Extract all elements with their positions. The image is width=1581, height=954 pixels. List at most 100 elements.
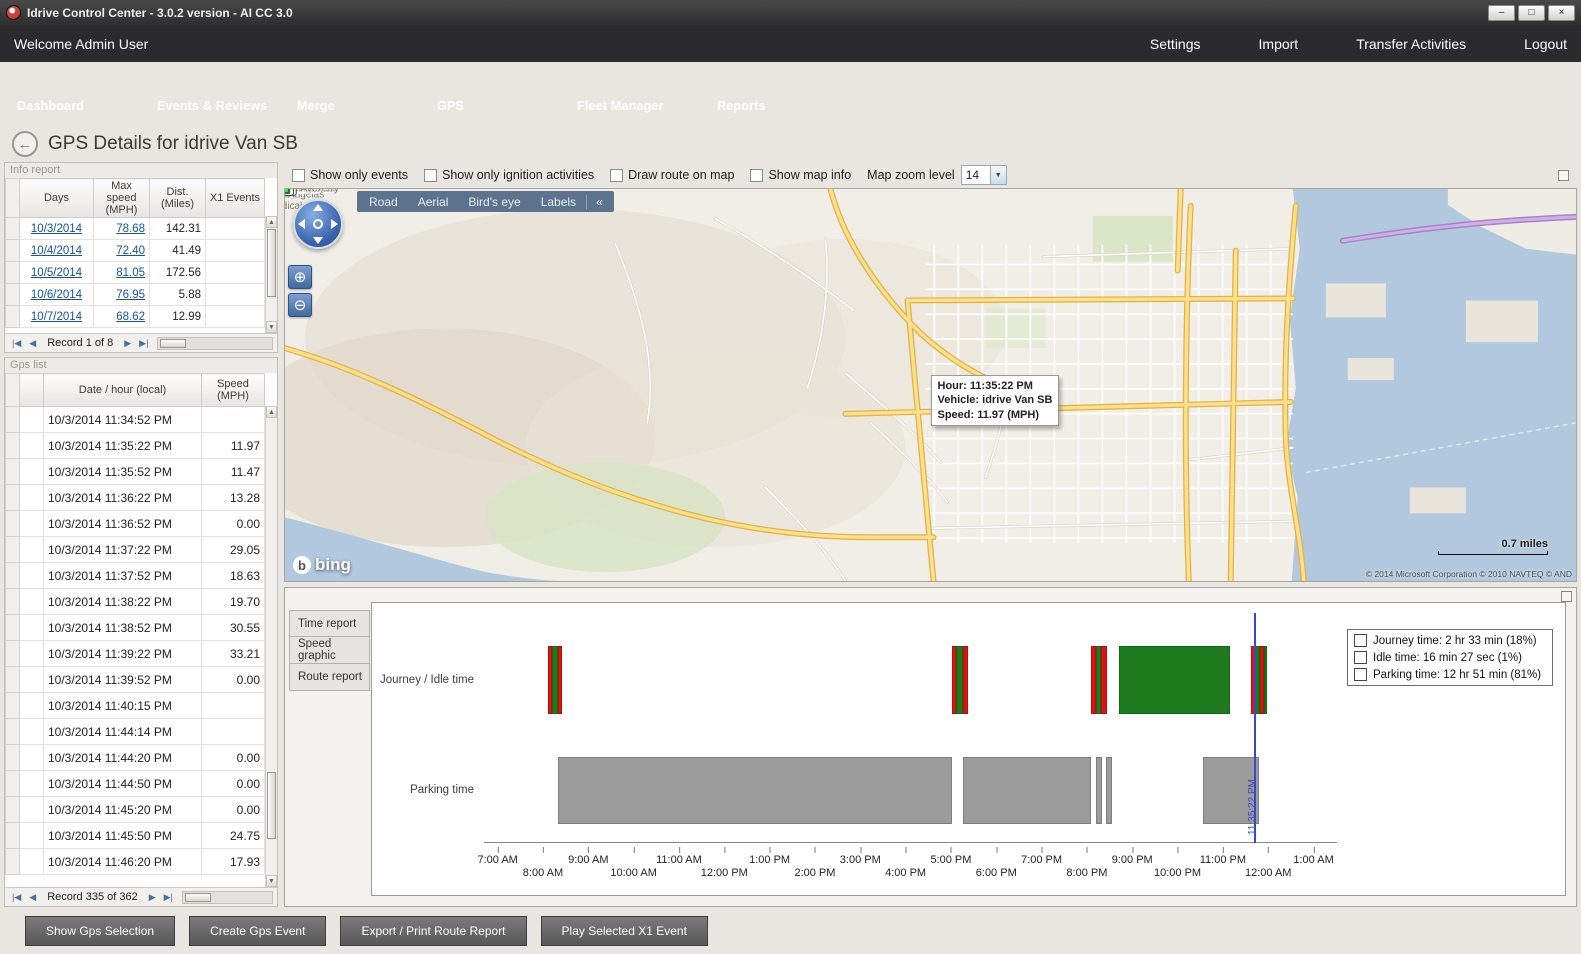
nav-tile[interactable]: GPS [430, 70, 563, 118]
gps-point-row[interactable]: 10/3/2014 11:44:20 PM 0.00 [6, 745, 265, 771]
pager-prev-button[interactable]: ◀ [26, 892, 39, 903]
day-link[interactable]: 10/3/2014 [20, 218, 94, 240]
action-button[interactable]: Export / Print Route Report [340, 916, 526, 946]
day-link[interactable]: 10/7/2014 [20, 306, 94, 328]
distance-header[interactable]: Dist. (Miles) [150, 179, 206, 218]
pager-first-button[interactable]: |◀ [9, 892, 24, 903]
pager-scroll-thumb[interactable] [160, 339, 186, 348]
gps-point-row[interactable]: 10/3/2014 11:37:52 PM 18.63 [6, 563, 265, 589]
map-option-checkbox[interactable]: Draw route on map [610, 168, 734, 182]
scroll-down-icon[interactable]: ▼ [266, 321, 277, 333]
chevron-down-icon[interactable]: ▼ [990, 166, 1006, 184]
action-button[interactable]: Show Gps Selection [25, 916, 175, 946]
pager-scrollbar[interactable] [182, 891, 273, 904]
map-style-tab[interactable]: Bird's eye [458, 194, 530, 210]
nav-tile[interactable]: Fleet Manager [570, 70, 703, 118]
gps-point-row[interactable]: 10/3/2014 11:38:22 PM 19.70 [6, 589, 265, 615]
topbar-action[interactable]: Logout [1498, 35, 1567, 53]
x1-events-header[interactable]: X1 Events [206, 179, 265, 218]
map-style-tab[interactable]: Labels [531, 194, 586, 210]
gps-point-row[interactable]: 10/3/2014 11:40:15 PM [6, 693, 265, 719]
pager-next-button[interactable]: ▶ [121, 338, 134, 349]
max-speed-value[interactable]: 78.68 [94, 218, 150, 240]
checkbox-box[interactable] [610, 169, 623, 182]
pan-left-icon[interactable] [298, 219, 305, 229]
gps-point-row[interactable]: 10/3/2014 11:45:50 PM 24.75 [6, 823, 265, 849]
gps-point-row[interactable]: 10/3/2014 11:36:22 PM 13.28 [6, 485, 265, 511]
scroll-thumb[interactable] [267, 229, 276, 297]
gps-point-row[interactable]: 10/3/2014 11:39:22 PM 33.21 [6, 641, 265, 667]
pan-center-icon[interactable] [313, 219, 323, 229]
max-speed-value[interactable]: 76.95 [94, 284, 150, 306]
gps-point-marker[interactable] [284, 188, 290, 194]
zoom-out-button[interactable]: ⊖ [288, 293, 312, 317]
topbar-action[interactable]: Import [1233, 35, 1299, 53]
nav-tile[interactable]: Events & Reviews [150, 70, 283, 118]
nav-tile[interactable]: Dashboard [10, 70, 143, 118]
pan-down-icon[interactable] [313, 237, 323, 244]
action-button[interactable]: Play Selected X1 Event [541, 916, 708, 946]
collapse-chart-panel-button[interactable] [1561, 591, 1572, 602]
info-report-row[interactable]: 10/5/2014 81.05 172.56 [6, 262, 265, 284]
info-report-row[interactable]: 10/4/2014 72.40 41.49 [6, 240, 265, 262]
map-style-tab[interactable]: Aerial [408, 194, 459, 210]
days-header[interactable]: Days [20, 179, 94, 218]
topbar-action[interactable]: Settings [1124, 35, 1201, 53]
info-report-row[interactable]: 10/7/2014 68.62 12.99 [6, 306, 265, 328]
checkbox-box[interactable] [424, 169, 437, 182]
gps-point-row[interactable]: 10/3/2014 11:34:52 PM [6, 407, 265, 433]
day-link[interactable]: 10/6/2014 [20, 284, 94, 306]
chart-tab[interactable]: Speed graphic [289, 637, 370, 664]
scroll-up-icon[interactable]: ▲ [266, 406, 277, 418]
gps-scrollbar[interactable]: ▲ ▼ [265, 406, 277, 887]
map-pan-compass[interactable] [293, 199, 343, 249]
date-hour-header[interactable]: Date / hour (local) [44, 374, 202, 407]
action-button[interactable]: Create Gps Event [189, 916, 326, 946]
gps-point-row[interactable]: 10/3/2014 11:46:20 PM 17.93 [6, 849, 265, 875]
info-report-row[interactable]: 10/6/2014 76.95 5.88 [6, 284, 265, 306]
checkbox-box[interactable] [750, 169, 763, 182]
gps-point-row[interactable]: 10/3/2014 11:37:22 PM 29.05 [6, 537, 265, 563]
pager-last-button[interactable]: ▶| [161, 892, 176, 903]
gps-point-row[interactable]: 10/3/2014 11:36:52 PM 0.00 [6, 511, 265, 537]
nav-tile[interactable]: Reports [710, 70, 843, 118]
collapse-map-panel-button[interactable] [1558, 170, 1569, 181]
nav-tile[interactable]: Merge [290, 70, 423, 118]
map-option-checkbox[interactable]: Show only ignition activities [424, 168, 594, 182]
max-speed-value[interactable]: 68.62 [94, 306, 150, 328]
chart-tab[interactable]: Time report [289, 610, 370, 637]
chart-tab[interactable]: Route report [289, 664, 370, 691]
pan-up-icon[interactable] [313, 204, 323, 211]
map-style-tab[interactable]: Road [359, 194, 408, 210]
max-speed-value[interactable]: 81.05 [94, 262, 150, 284]
pager-first-button[interactable]: |◀ [9, 338, 24, 349]
gps-point-row[interactable]: 10/3/2014 11:38:52 PM 30.55 [6, 615, 265, 641]
scroll-up-icon[interactable]: ▲ [266, 216, 277, 228]
zoom-in-button[interactable]: ⊕ [288, 265, 312, 289]
pager-prev-button[interactable]: ◀ [26, 338, 39, 349]
max-speed-value[interactable]: 72.40 [94, 240, 150, 262]
topbar-action[interactable]: Transfer Activities [1330, 35, 1466, 53]
gps-point-row[interactable]: 10/3/2014 11:35:52 PM 11.47 [6, 459, 265, 485]
info-report-row[interactable]: 10/3/2014 78.68 142.31 [6, 218, 265, 240]
map-option-checkbox[interactable]: Show map info [750, 168, 851, 182]
day-link[interactable]: 10/4/2014 [20, 240, 94, 262]
scroll-thumb[interactable] [267, 772, 276, 839]
day-link[interactable]: 10/5/2014 [20, 262, 94, 284]
collapse-map-tabs-button[interactable]: « [586, 195, 612, 209]
map-zoom-select[interactable]: 14 ▼ [961, 165, 1007, 185]
gps-point-row[interactable]: 10/3/2014 11:44:14 PM [6, 719, 265, 745]
pager-scrollbar[interactable] [157, 337, 273, 350]
pager-next-button[interactable]: ▶ [146, 892, 159, 903]
map-option-checkbox[interactable]: Show only events [292, 168, 408, 182]
pager-scroll-thumb[interactable] [185, 893, 211, 902]
pan-right-icon[interactable] [331, 219, 338, 229]
gps-point-row[interactable]: 10/3/2014 11:44:50 PM 0.00 [6, 771, 265, 797]
info-scrollbar[interactable]: ▲ ▼ [265, 216, 277, 333]
checkbox-box[interactable] [292, 169, 305, 182]
speed-header[interactable]: Speed (MPH) [202, 374, 265, 407]
gps-point-row[interactable]: 10/3/2014 11:45:20 PM 0.00 [6, 797, 265, 823]
max-speed-header[interactable]: Max speed (MPH) [94, 179, 150, 218]
back-button[interactable]: ← [12, 131, 38, 157]
pager-last-button[interactable]: ▶| [136, 338, 151, 349]
